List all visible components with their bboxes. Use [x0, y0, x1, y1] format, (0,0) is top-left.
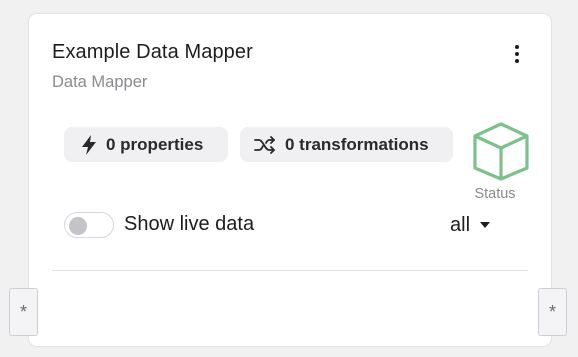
output-port-label: * [548, 301, 556, 322]
filter-value: all [450, 214, 471, 236]
input-port-label: * [19, 301, 27, 322]
vertical-ellipsis-dot [515, 59, 519, 63]
vertical-ellipsis-dot [515, 52, 519, 56]
transformations-chip[interactable]: 0 transformations [240, 127, 453, 162]
vertical-ellipsis-icon [515, 45, 519, 49]
output-port[interactable]: * [538, 288, 567, 336]
show-live-data-toggle[interactable] [64, 212, 114, 238]
transformations-chip-label: 0 transformations [285, 134, 429, 154]
lightning-bolt-icon [82, 134, 96, 155]
status-label: Status [474, 186, 516, 202]
input-port[interactable]: * [9, 288, 38, 336]
node-subtitle: Data Mapper [52, 73, 148, 91]
properties-chip-label: 0 properties [106, 134, 204, 154]
caret-down-icon [480, 221, 491, 228]
divider [52, 270, 528, 271]
shuffle-icon [254, 135, 275, 154]
toggle-knob [69, 216, 87, 235]
more-options-button[interactable] [507, 42, 527, 66]
node-card[interactable]: Example Data Mapper Data Mapper 0 proper… [28, 13, 552, 347]
show-live-data-label: Show live data [124, 213, 255, 235]
filter-dropdown[interactable]: all [450, 214, 491, 237]
cube-icon [473, 122, 529, 181]
node-title: Example Data Mapper [52, 41, 253, 63]
properties-chip[interactable]: 0 properties [64, 127, 228, 162]
